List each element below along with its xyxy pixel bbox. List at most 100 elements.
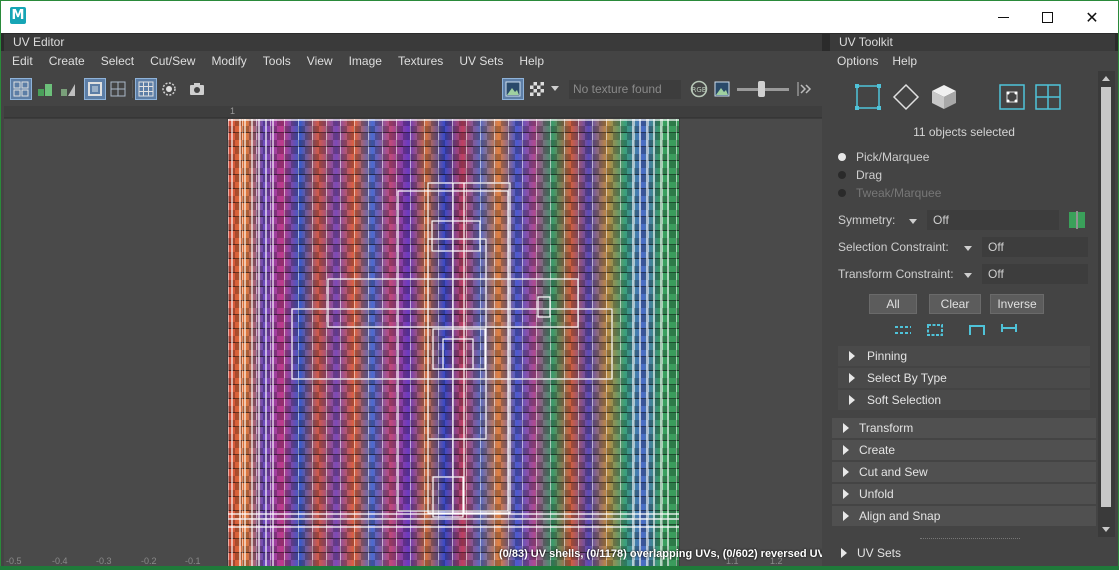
chevron-right-icon [843,511,849,521]
menu-edit[interactable]: Edit [4,51,41,71]
select-border-button[interactable] [894,323,912,337]
image-adjust-icon [714,81,730,97]
menu-select[interactable]: Select [93,51,142,71]
menu-modify[interactable]: Modify [203,51,254,71]
transform-constraint-row: Transform Constraint: Off [838,264,1088,286]
chevron-right-icon [849,351,855,361]
radio-label: Drag [856,168,883,182]
symmetry-icon[interactable] [1068,211,1086,229]
selection-constraint-dropdown[interactable]: Off [982,237,1088,257]
chevron-right-icon [843,467,849,477]
texture-field[interactable]: No texture found [569,80,681,99]
uv-shell-mode-button[interactable] [1034,83,1062,111]
scroll-up-icon[interactable] [1102,76,1110,81]
shaded-blocks-icon [38,84,52,96]
select-edge-loop-button[interactable] [968,323,986,337]
radio-drag[interactable]: Drag [838,167,882,183]
chevron-down-icon[interactable] [909,219,917,224]
menu-tools[interactable]: Tools [255,51,299,71]
section-label: Select By Type [867,371,947,385]
section-align-and-snap[interactable]: Align and Snap [832,506,1096,526]
axis-label: -0.4 [52,556,68,566]
radio-dot [838,153,846,161]
border-select-icon [895,326,911,334]
chevron-down-icon[interactable] [964,273,972,278]
display-image-button[interactable] [502,78,524,100]
menu-textures[interactable]: Textures [390,51,451,71]
scroll-down-icon[interactable] [1102,527,1110,532]
menu-options[interactable]: Options [830,51,885,71]
isolate-button[interactable] [158,78,180,100]
rgb-channels-button[interactable]: RGB [688,78,710,100]
uv-toolkit-panel: 11 objects selected Pick/Marquee Drag Tw… [830,71,1098,566]
section-select-by-type[interactable]: Select By Type [838,368,1090,388]
menu-create[interactable]: Create [41,51,93,71]
transform-constraint-dropdown[interactable]: Off [982,264,1088,284]
section-label: UV Sets [857,546,902,560]
shaded-uv-button[interactable] [34,78,56,100]
uv-mode-button[interactable] [998,83,1026,111]
inverse-button[interactable]: Inverse [990,294,1044,314]
uv-texture-tile [228,119,679,566]
window-border [0,33,1,570]
face-mode-button[interactable] [930,83,958,111]
radio-pick-marquee[interactable]: Pick/Marquee [838,149,929,165]
texture-borders-button[interactable] [84,78,106,100]
symmetry-dropdown[interactable]: Off [927,210,1059,230]
resize-handle[interactable] [920,538,1020,539]
exposure-slider-thumb[interactable] [758,81,765,97]
toolkit-scrollbar[interactable] [1098,71,1115,537]
svg-text:RGB: RGB [691,86,706,94]
maximize-icon [1041,11,1053,23]
toolkit-bottom-bar: UV Sets [830,537,1115,566]
bottom-axis-labels: -0.5 -0.4 -0.3 -0.2 -0.1 1.1 1.2 [4,556,822,566]
vertex-mode-button[interactable] [854,83,882,111]
menu-uv-sets[interactable]: UV Sets [451,51,511,71]
select-shell-button[interactable] [926,323,944,337]
section-soft-selection[interactable]: Soft Selection [838,390,1090,410]
section-create[interactable]: Create [832,440,1096,460]
vertex-square-icon [855,84,881,110]
pixel-snap-button[interactable] [135,78,157,100]
menu-view[interactable]: View [299,51,341,71]
section-unfold[interactable]: Unfold [832,484,1096,504]
section-cut-and-sew[interactable]: Cut and Sew [832,462,1096,482]
checker-icon [530,82,544,96]
checker-options-dropdown[interactable] [548,78,562,100]
section-uv-sets[interactable]: UV Sets [830,543,1098,563]
grid-toggle-button[interactable] [107,78,129,100]
menu-image[interactable]: Image [341,51,390,71]
clear-button[interactable]: Clear [929,294,981,314]
axis-label: 1.2 [770,556,783,566]
chevron-right-icon [849,373,855,383]
distortion-button[interactable] [57,78,79,100]
chevron-right-icon [843,445,849,455]
snapshot-button[interactable] [186,78,208,100]
close-button[interactable]: ✕ [1069,1,1115,33]
section-label: Cut and Sew [859,465,928,479]
image-exposure-button[interactable] [711,78,733,100]
uv-editor-toolbar: No texture found RGB [4,74,822,104]
maximize-button[interactable] [1024,1,1070,33]
tab-uv-toolkit[interactable]: UV Toolkit [830,34,1115,51]
toolbar-overflow-button[interactable] [794,78,814,100]
minimize-button[interactable] [980,1,1026,33]
menu-cut-sew[interactable]: Cut/Sew [142,51,203,71]
menu-toolkit-help[interactable]: Help [885,51,924,71]
edge-loop-icon [969,325,985,335]
uv-shell-select-button[interactable] [10,78,32,100]
tab-uv-editor[interactable]: UV Editor [4,34,822,51]
section-transform[interactable]: Transform [832,418,1096,438]
chevron-right-icon [843,423,849,433]
checker-tiles-button[interactable] [526,78,548,100]
edge-mode-button[interactable] [892,83,920,111]
rgb-icon: RGB [690,80,708,98]
radio-dot [838,171,846,179]
section-pinning[interactable]: Pinning [838,346,1090,366]
menu-help[interactable]: Help [511,51,552,71]
chevron-down-icon[interactable] [964,246,972,251]
select-all-button[interactable]: All [869,294,917,314]
scrollbar-thumb[interactable] [1101,87,1111,507]
uv-viewport[interactable]: 1 (0/83) UV shells, (0/1178) overlapping… [4,106,822,566]
select-edge-ring-button[interactable] [1000,323,1018,337]
